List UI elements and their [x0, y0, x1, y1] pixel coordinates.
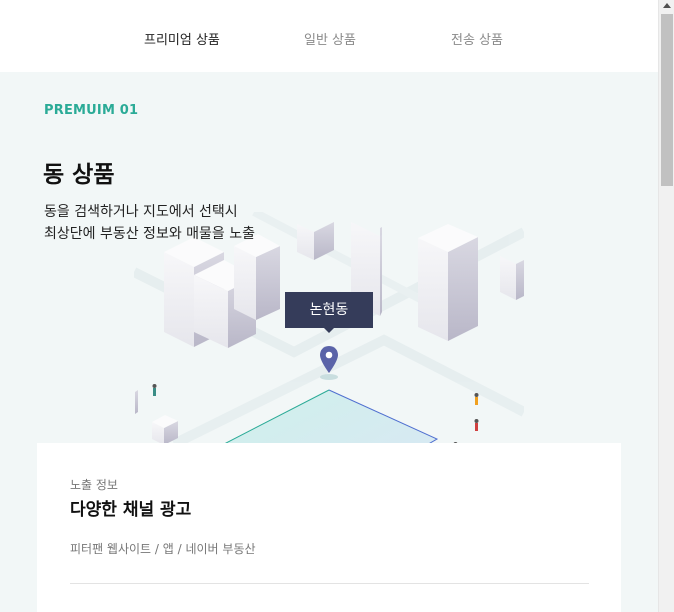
hero-description: 동을 검색하거나 지도에서 선택시 최상단에 부동산 정보와 매물을 노출: [44, 201, 255, 245]
page-title: 동 상품: [43, 162, 115, 188]
arrow-up-icon[interactable]: [663, 3, 671, 8]
vertical-scrollbar[interactable]: [658, 0, 674, 612]
tab-premium-products[interactable]: 프리미엄 상품: [144, 29, 220, 48]
hero-description-line: 동을 검색하거나 지도에서 선택시: [44, 204, 238, 220]
card-subtitle: 피터팬 웹사이트 / 앱 / 네이버 부동산: [70, 542, 256, 556]
label-pointer: [324, 328, 334, 333]
hero-section: PREMUIM 01 동 상품 동을 검색하거나 지도에서 선택시 최상단에 부…: [0, 72, 658, 612]
tab-general-products[interactable]: 일반 상품: [304, 29, 356, 48]
scrollbar-thumb[interactable]: [661, 14, 673, 186]
section-eyebrow: PREMUIM 01: [44, 103, 139, 118]
hero-description-line: 최상단에 부동산 정보와 매물을 노출: [44, 226, 255, 242]
card-divider: [70, 583, 589, 584]
card-eyebrow: 노출 정보: [70, 478, 118, 492]
page: 프리미엄 상품 일반 상품 전송 상품 PREMUIM 01 동 상품 동을 검…: [0, 0, 658, 612]
card-title: 다양한 채널 광고: [70, 500, 192, 520]
location-pin-icon[interactable]: [318, 344, 340, 380]
map-district-label-text: 논현동: [309, 302, 349, 318]
product-tabs: 프리미엄 상품 일반 상품 전송 상품: [0, 0, 658, 72]
exposure-info-card: 노출 정보 다양한 채널 광고 피터팬 웹사이트 / 앱 / 네이버 부동산: [37, 443, 621, 612]
map-district-label[interactable]: 논현동: [285, 292, 373, 333]
tab-transfer-products[interactable]: 전송 상품: [451, 29, 503, 48]
